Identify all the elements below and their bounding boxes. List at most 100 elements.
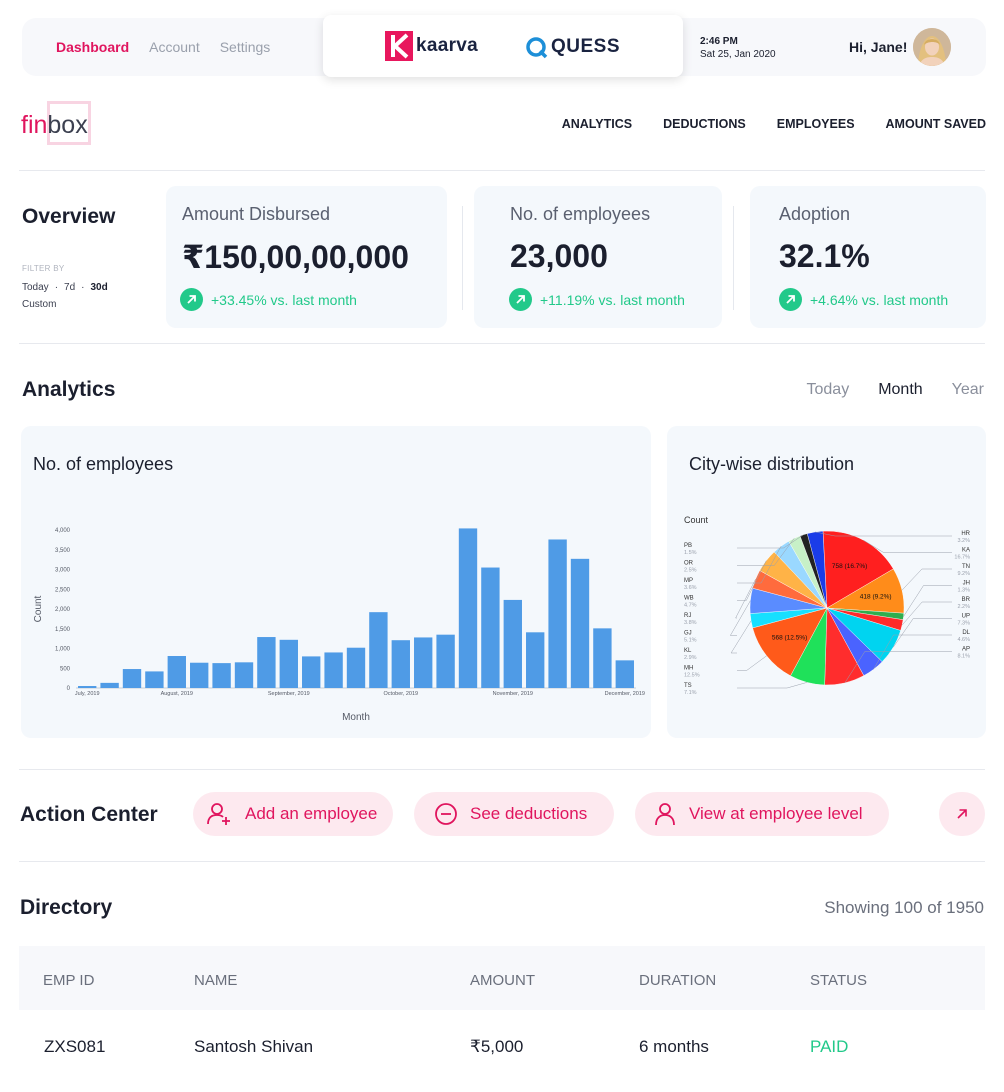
arrow-up-right-icon (180, 288, 203, 311)
pie-leader-line (730, 620, 752, 654)
nav-deductions[interactable]: DEDUCTIONS (663, 117, 746, 131)
quess-logo: QUESS (525, 35, 620, 59)
stat-value: 32.1% (779, 238, 870, 274)
pie-category-label: GJ (684, 631, 692, 637)
divider (462, 206, 463, 310)
filter-30d[interactable]: 30d (91, 282, 108, 293)
pie-percent-label: 8.1% (957, 654, 970, 660)
nav-analytics[interactable]: ANALYTICS (562, 117, 632, 131)
stat-value: ₹150,00,00,000 (182, 239, 409, 275)
divider (19, 343, 985, 344)
stat-delta-text: +11.19% vs. last month (540, 291, 685, 308)
y-tick-label: 3,000 (55, 568, 71, 574)
period-year[interactable]: Year (952, 381, 984, 399)
nav-account[interactable]: Account (149, 39, 200, 55)
table-header: EMP ID NAME AMOUNT DURATION STATUS (19, 946, 985, 1010)
logo-box: box (47, 111, 88, 139)
period-month[interactable]: Month (878, 381, 922, 399)
stat-value: 23,000 (510, 238, 608, 274)
directory-title: Directory (20, 896, 113, 919)
filter-7d[interactable]: 7d (64, 282, 75, 293)
period-today[interactable]: Today (807, 381, 850, 399)
bar (369, 612, 388, 688)
city-pie-chart: CountHR3.2%KA16.7%TN9.2%JH1.3%BR2.2%UP7.… (684, 515, 971, 696)
pie-percent-label: 7.1% (684, 690, 697, 696)
cell-emp-id: ZXS081 (44, 1037, 106, 1056)
bar (593, 628, 612, 688)
filter-custom[interactable]: Custom (22, 299, 56, 310)
action-label: View at employee level (689, 804, 863, 823)
bar (279, 639, 298, 688)
top-nav: Dashboard Account Settings (56, 39, 270, 55)
bar (122, 669, 142, 688)
kaarva-logo: kaarva (385, 31, 478, 61)
nav-dashboard[interactable]: Dashboard (56, 39, 129, 55)
bar (526, 632, 545, 688)
stat-card-employees: No. of employees 23,000 +11.19% vs. last… (474, 186, 722, 328)
bar (145, 671, 164, 688)
pie-slice-label: 418 (9.2%) (860, 593, 892, 600)
avatar[interactable] (913, 28, 951, 66)
pie-percent-label: 7.3% (957, 621, 970, 627)
minus-circle-icon (435, 803, 457, 825)
pie-percent-label: 9.2% (957, 571, 970, 577)
x-tick-label: October, 2019 (384, 691, 419, 697)
stat-label: No. of employees (510, 204, 651, 224)
arrow-up-right-icon (779, 288, 802, 311)
bar (212, 663, 231, 688)
add-employee-button[interactable]: Add an employee (193, 792, 393, 836)
col-amount[interactable]: AMOUNT (470, 972, 535, 989)
col-emp-id[interactable]: EMP ID (43, 972, 94, 989)
col-name[interactable]: NAME (194, 972, 237, 989)
quess-wordmark: QUESS (551, 36, 621, 57)
cell-name: Santosh Shivan (194, 1037, 314, 1056)
pie-percent-label: 16.7% (954, 555, 970, 561)
stat-label: Amount Disbursed (182, 204, 331, 224)
more-actions-button[interactable] (939, 792, 985, 836)
pie-category-label: WB (684, 596, 694, 602)
y-axis-label: Count (33, 595, 44, 622)
bar (302, 656, 321, 688)
y-tick-label: 500 (60, 666, 71, 672)
bar (436, 634, 455, 688)
status-badge: PAID (810, 1037, 849, 1056)
stat-delta-text: +4.64% vs. last month (810, 291, 949, 308)
bar (391, 640, 410, 688)
pie-slice-label: 758 (16.7%) (832, 563, 867, 570)
divider (733, 206, 734, 310)
x-tick-label: July, 2019 (75, 691, 100, 697)
stat-delta: +11.19% vs. last month (509, 288, 685, 311)
y-tick-label: 0 (67, 686, 71, 692)
bar (167, 656, 186, 688)
current-date: Sat 25, Jan 2020 (700, 49, 776, 60)
showing-count: Showing 100 of 1950 (824, 898, 984, 917)
filter-options: Today · 7d · 30d (22, 282, 108, 293)
bar (615, 660, 634, 688)
pie-category-label: HR (961, 531, 970, 537)
logo-wordmark: finbox (21, 111, 88, 140)
user-icon (655, 803, 675, 826)
pie-category-label: OR (684, 561, 694, 567)
pie-percent-label: 5.1% (684, 638, 697, 644)
y-tick-label: 2,000 (55, 607, 71, 613)
stat-card-amount: Amount Disbursed ₹150,00,00,000 +33.45% … (166, 186, 447, 328)
overview-title: Overview (22, 205, 116, 228)
col-status[interactable]: STATUS (810, 972, 867, 989)
pie-leader-line (737, 655, 767, 671)
bar (234, 662, 254, 688)
dot-separator: · (54, 282, 59, 293)
action-label: See deductions (470, 804, 588, 823)
pie-category-label: KA (962, 548, 970, 554)
pie-percent-label: 4.6% (957, 637, 970, 643)
see-deductions-button[interactable]: See deductions (414, 792, 614, 836)
nav-settings[interactable]: Settings (220, 39, 271, 55)
x-tick-label: November, 2019 (493, 691, 533, 697)
view-employee-level-button[interactable]: View at employee level (635, 792, 889, 836)
pie-leader-line (737, 682, 808, 689)
nav-employees[interactable]: EMPLOYEES (777, 117, 855, 131)
date-time: 2:46 PM Sat 25, Jan 2020 (700, 35, 776, 61)
filter-today[interactable]: Today (22, 282, 49, 293)
pie-category-label: MH (684, 666, 693, 672)
col-duration[interactable]: DURATION (639, 972, 716, 989)
nav-amount-saved[interactable]: AMOUNT SAVED (886, 117, 986, 131)
